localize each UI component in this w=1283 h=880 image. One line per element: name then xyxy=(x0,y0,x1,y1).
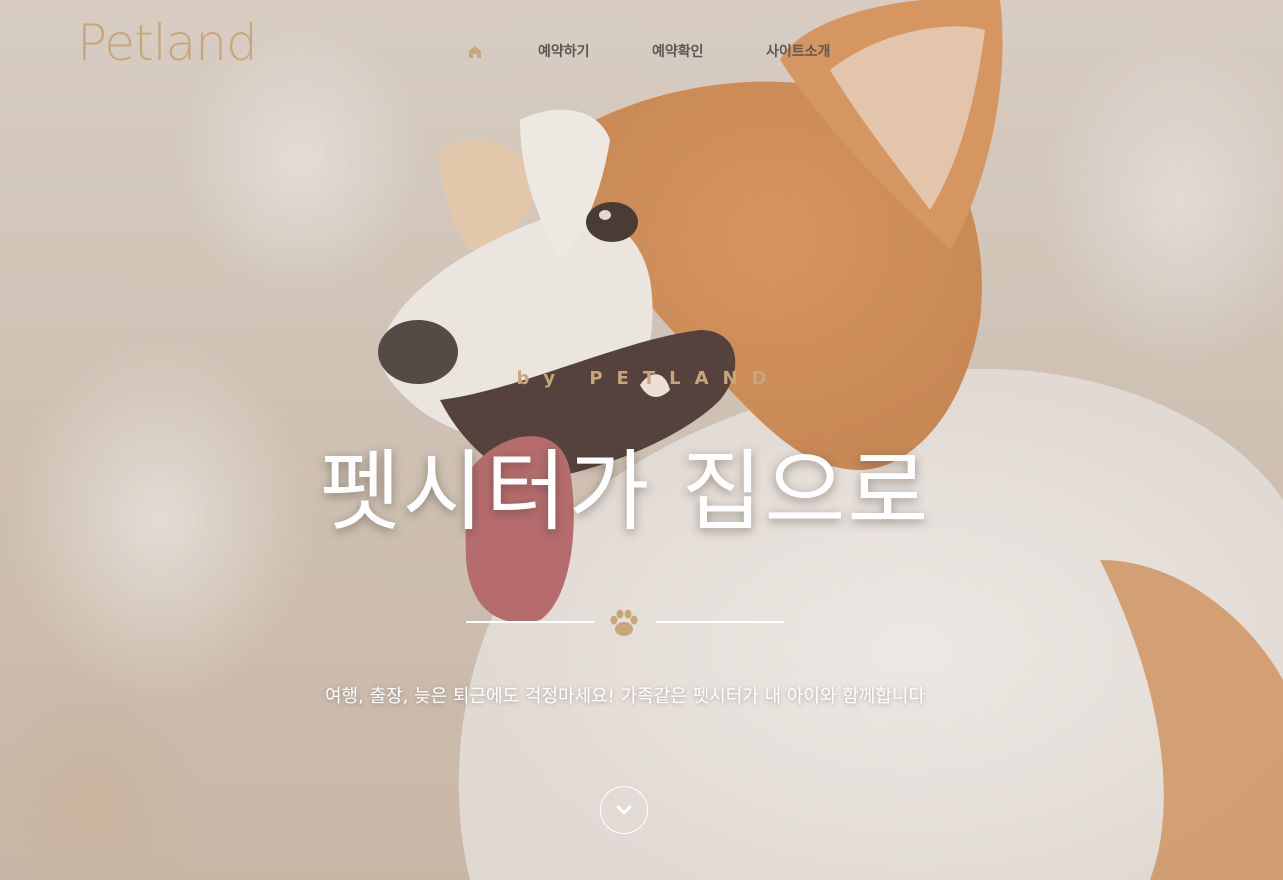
hero-headline: 펫시터가 집으로 xyxy=(319,440,931,543)
main-nav: 예약하기 예약확인 사이트소개 xyxy=(0,42,1283,62)
scroll-down-button[interactable] xyxy=(600,786,648,834)
nav-item-reserve[interactable]: 예약하기 xyxy=(538,42,590,62)
hero-section: Petland 예약하기 예약확인 사이트소개 by PETLAND 펫시터가 … xyxy=(0,0,1283,880)
hero-subtitle: 여행, 출장, 늦은 퇴근에도 걱정마세요! 가족같은 펫시터가 내 아이와 함… xyxy=(324,686,926,707)
divider-line-left xyxy=(466,621,594,623)
home-icon[interactable] xyxy=(466,42,484,62)
paw-icon xyxy=(607,605,641,639)
divider-line-right xyxy=(656,621,784,623)
chevron-down-icon xyxy=(616,805,632,815)
hero-eyebrow: by PETLAND xyxy=(516,368,781,389)
hero-divider xyxy=(466,605,784,639)
nav-item-about[interactable]: 사이트소개 xyxy=(766,42,830,62)
nav-item-check-reservation[interactable]: 예약확인 xyxy=(652,42,704,62)
